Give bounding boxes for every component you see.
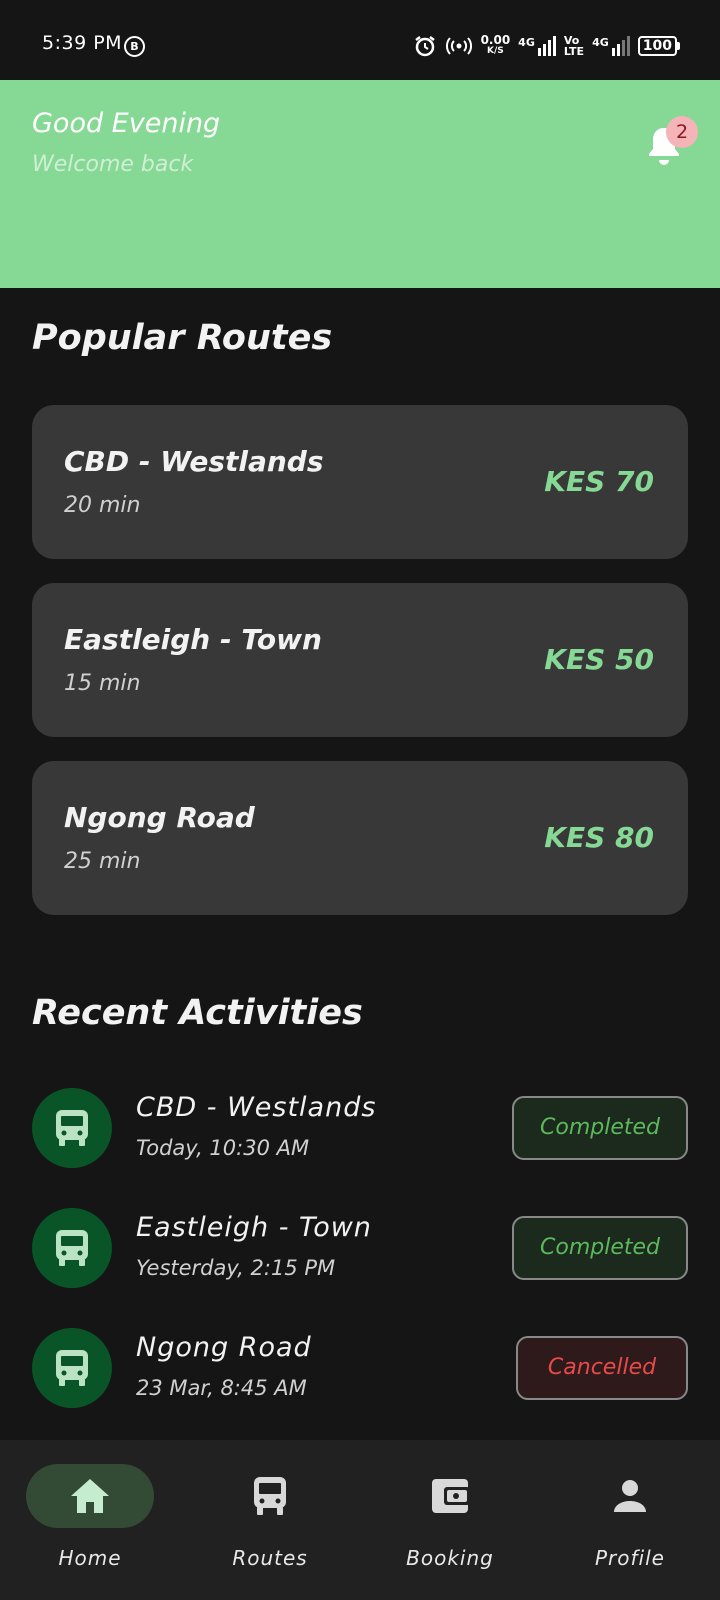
greeting-subtitle: Welcome back (32, 152, 194, 177)
status-bar: 5:39 PM B 0.00 K/S 4G Vo LTE 4G 100 (0, 0, 720, 80)
status-time: 5:39 PM (42, 32, 123, 54)
nav-label-booking: Booking (406, 1546, 494, 1570)
activity-item[interactable]: CBD - Westlands Today, 10:30 AM Complete… (32, 1088, 688, 1170)
route-duration: 20 min (64, 493, 141, 518)
person-icon (566, 1464, 694, 1528)
status-badge: Completed (512, 1216, 688, 1280)
bottom-navigation: Home Routes Booking Profile (0, 1440, 720, 1600)
nav-label-profile: Profile (595, 1546, 665, 1570)
route-name: CBD - Westlands (64, 445, 324, 478)
nav-label-routes: Routes (232, 1546, 308, 1570)
route-card[interactable]: Ngong Road 25 min KES 80 (32, 761, 688, 915)
route-price: KES 70 (544, 465, 654, 498)
home-icon (26, 1464, 154, 1528)
status-badge: Completed (512, 1096, 688, 1160)
activity-time: 23 Mar, 8:45 AM (136, 1376, 307, 1400)
b-app-icon: B (124, 36, 145, 57)
bus-icon (32, 1208, 112, 1288)
popular-routes-title: Popular Routes (32, 318, 333, 358)
bus-icon (32, 1088, 112, 1168)
battery-icon: 100 (637, 36, 680, 56)
signal-4g-secondary-icon: 4G (592, 36, 630, 56)
route-price: KES 80 (544, 821, 654, 854)
nav-label-home: Home (58, 1546, 122, 1570)
signal-label: 4G (518, 36, 535, 49)
nav-item-home[interactable]: Home (0, 1464, 180, 1584)
hotspot-icon (445, 37, 472, 55)
activity-time: Yesterday, 2:15 PM (136, 1256, 336, 1280)
volte-bottom: LTE (563, 45, 585, 58)
signal-4g-icon: 4G (518, 36, 556, 56)
route-price: KES 50 (544, 643, 654, 676)
bus-icon (206, 1464, 334, 1528)
activity-item[interactable]: Eastleigh - Town Yesterday, 2:15 PM Comp… (32, 1208, 688, 1290)
recent-activities-title: Recent Activities (32, 993, 363, 1033)
net-speed-value: 0.00 (480, 33, 511, 47)
activity-route: Eastleigh - Town (136, 1212, 372, 1243)
net-speed-unit: K/S (486, 46, 504, 56)
route-card[interactable]: Eastleigh - Town 15 min KES 50 (32, 583, 688, 737)
route-name: Eastleigh - Town (64, 623, 322, 656)
nav-item-routes[interactable]: Routes (180, 1464, 360, 1584)
route-duration: 25 min (64, 849, 141, 874)
status-icons: 0.00 K/S 4G Vo LTE 4G 100 (413, 32, 680, 60)
alarm-icon (414, 36, 435, 57)
activity-item[interactable]: Ngong Road 23 Mar, 8:45 AM Cancelled (32, 1328, 688, 1410)
route-duration: 15 min (64, 671, 141, 696)
notification-badge: 2 (666, 116, 698, 148)
greeting-title: Good Evening (32, 108, 221, 139)
bus-icon (32, 1328, 112, 1408)
nav-item-profile[interactable]: Profile (540, 1464, 720, 1584)
route-card[interactable]: CBD - Westlands 20 min KES 70 (32, 405, 688, 559)
net-speed: 0.00 K/S (480, 33, 511, 57)
signal-label-2: 4G (592, 36, 609, 49)
nav-item-booking[interactable]: Booking (360, 1464, 540, 1584)
wallet-icon (386, 1464, 514, 1528)
status-badge: Cancelled (516, 1336, 688, 1400)
activity-time: Today, 10:30 AM (136, 1136, 310, 1160)
volte-icon: Vo LTE (564, 35, 584, 57)
activity-route: Ngong Road (136, 1332, 312, 1363)
activity-route: CBD - Westlands (136, 1092, 377, 1123)
route-name: Ngong Road (64, 801, 255, 834)
battery-level: 100 (637, 36, 677, 56)
